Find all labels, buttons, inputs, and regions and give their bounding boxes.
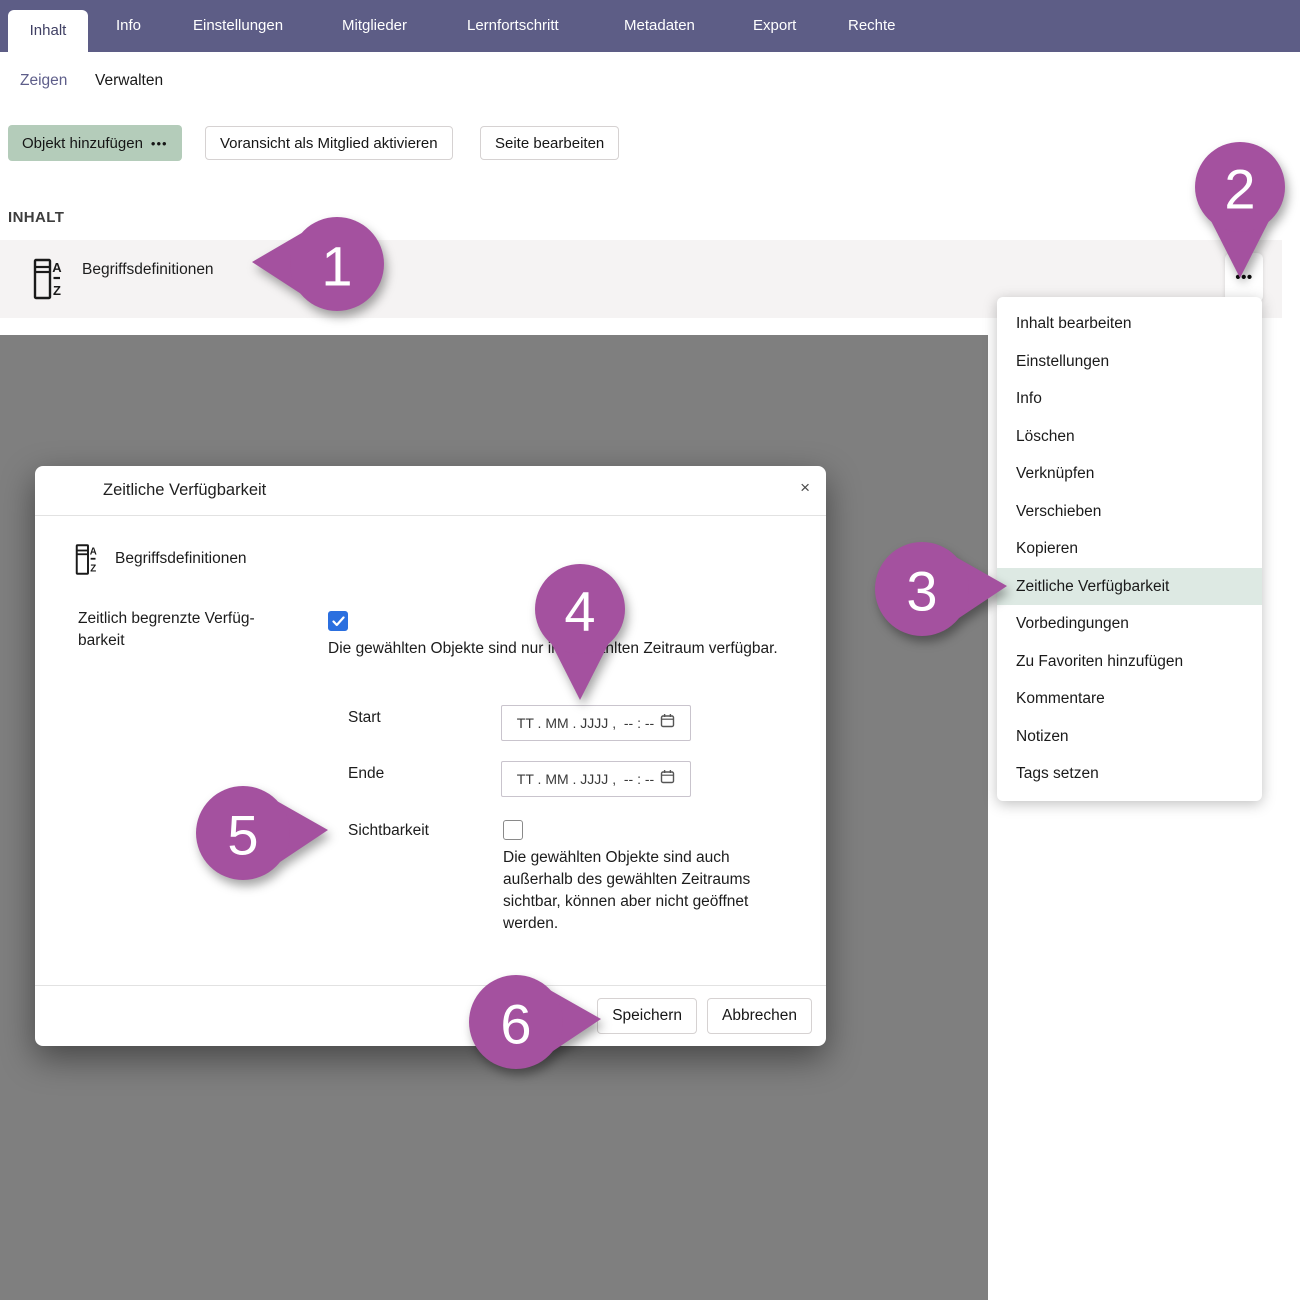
- menu-item-verknuepfen[interactable]: Verknüpfen: [997, 455, 1262, 493]
- end-date-placeholder: TT . MM . JJJJ , -- : --: [517, 771, 654, 787]
- menu-item-inhalt-bearbeiten[interactable]: Inhalt bearbeiten: [997, 305, 1262, 343]
- tab-lernfortschritt[interactable]: Lernfortschritt: [467, 0, 559, 52]
- calendar-icon[interactable]: [660, 713, 675, 733]
- tab-metadaten[interactable]: Metadaten: [624, 0, 695, 52]
- tab-einstellungen[interactable]: Einstellungen: [193, 0, 283, 52]
- availability-modal: Zeitliche Verfügbarkeit × A Z Begriffsde…: [35, 466, 826, 1046]
- edit-page-button[interactable]: Seite bearbeiten: [480, 126, 619, 160]
- preview-as-member-button[interactable]: Voransicht als Mitglied aktivieren: [205, 126, 453, 160]
- start-date-placeholder: TT . MM . JJJJ , -- : --: [517, 715, 654, 731]
- menu-item-vorbedingungen[interactable]: Vorbedingungen: [997, 605, 1262, 643]
- top-navbar: Inhalt Info Einstellungen Mitglieder Ler…: [0, 0, 1300, 52]
- subtab-verwalten[interactable]: Verwalten: [95, 72, 163, 90]
- limited-availability-help: Die gewählten Objekte sind nur im gewähl…: [328, 638, 783, 660]
- limited-availability-label: Zeitlich begrenzte Verfüg­barkeit: [78, 608, 278, 651]
- ellipsis-icon: •••: [151, 136, 168, 151]
- visibility-help: Die gewählten Objekte sind auch außerhal…: [503, 847, 793, 935]
- item-actions-menu: Inhalt bearbeiten Einstellungen Info Lös…: [997, 297, 1262, 801]
- visibility-checkbox[interactable]: [503, 820, 523, 840]
- menu-item-zu-favoriten[interactable]: Zu Favoriten hinzufügen: [997, 643, 1262, 681]
- modal-header: Zeitliche Verfügbarkeit ×: [35, 466, 826, 516]
- item-actions-button[interactable]: •••: [1225, 253, 1263, 302]
- subtab-zeigen[interactable]: Zeigen: [20, 72, 67, 90]
- visibility-label: Sichtbarkeit: [348, 820, 429, 842]
- svg-text:2: 2: [1224, 158, 1255, 221]
- start-date-input[interactable]: TT . MM . JJJJ , -- : --: [501, 705, 691, 741]
- tab-export[interactable]: Export: [753, 0, 796, 52]
- tab-rechte[interactable]: Rechte: [848, 0, 896, 52]
- menu-item-kopieren[interactable]: Kopieren: [997, 530, 1262, 568]
- modal-object-title: Begriffsdefinitionen: [115, 550, 247, 568]
- modal-footer: Speichern Abbrechen: [35, 985, 826, 1046]
- page: Inhalt Info Einstellungen Mitglieder Ler…: [0, 0, 1300, 1300]
- glossary-icon: A Z: [33, 257, 63, 306]
- add-object-button[interactable]: Objekt hinzufügen •••: [8, 125, 182, 161]
- content-item-title[interactable]: Begriffsdefinitionen: [82, 261, 214, 279]
- add-object-label: Objekt hinzufügen: [22, 135, 143, 152]
- menu-item-verschieben[interactable]: Verschieben: [997, 493, 1262, 531]
- menu-item-tags-setzen[interactable]: Tags setzen: [997, 755, 1262, 793]
- menu-item-notizen[interactable]: Notizen: [997, 718, 1262, 756]
- glossary-icon: A Z: [75, 543, 98, 581]
- menu-item-kommentare[interactable]: Kommentare: [997, 680, 1262, 718]
- modal-title: Zeitliche Verfügbarkeit: [103, 481, 266, 500]
- start-label: Start: [348, 707, 381, 729]
- tab-info[interactable]: Info: [116, 0, 141, 52]
- svg-text:A: A: [52, 260, 62, 275]
- menu-item-zeitliche-verfuegbarkeit[interactable]: Zeitliche Verfügbarkeit: [997, 568, 1262, 606]
- svg-text:A: A: [90, 546, 97, 557]
- limited-availability-checkbox[interactable]: [328, 611, 348, 631]
- menu-item-loeschen[interactable]: Löschen: [997, 418, 1262, 456]
- end-label: Ende: [348, 763, 384, 785]
- calendar-icon[interactable]: [660, 769, 675, 789]
- tab-mitglieder[interactable]: Mitglieder: [342, 0, 407, 52]
- menu-item-einstellungen[interactable]: Einstellungen: [997, 343, 1262, 381]
- end-date-input[interactable]: TT . MM . JJJJ , -- : --: [501, 761, 691, 797]
- content-heading: INHALT: [8, 209, 64, 226]
- svg-text:Z: Z: [53, 283, 61, 298]
- save-button[interactable]: Speichern: [597, 998, 697, 1034]
- close-icon[interactable]: ×: [800, 479, 810, 496]
- tab-inhalt[interactable]: Inhalt: [8, 10, 88, 52]
- cancel-button[interactable]: Abbrechen: [707, 998, 812, 1034]
- menu-item-info[interactable]: Info: [997, 380, 1262, 418]
- svg-text:Z: Z: [90, 564, 96, 575]
